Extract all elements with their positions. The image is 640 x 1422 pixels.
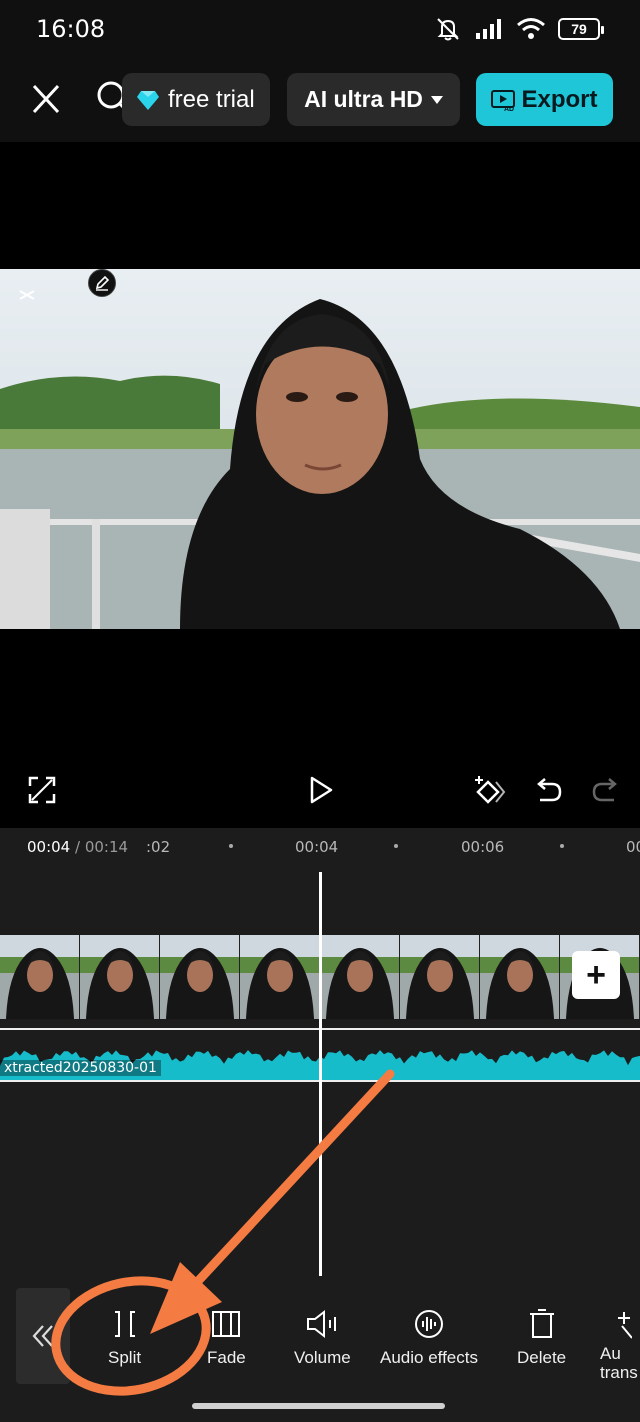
ruler-dot bbox=[560, 844, 564, 848]
svg-text:AD: AD bbox=[504, 106, 514, 111]
close-icon[interactable] bbox=[26, 82, 66, 118]
audio-transcribe-label: Au trans bbox=[600, 1344, 638, 1382]
diamond-icon bbox=[137, 90, 159, 110]
split-tool[interactable]: Split bbox=[108, 1308, 141, 1368]
export-button[interactable]: AD Export bbox=[476, 73, 613, 126]
timeline[interactable]: 00:04 / 00:14 :02 00:04 00:06 00 + xtrac… bbox=[0, 828, 640, 1280]
add-clip-button[interactable]: + bbox=[572, 951, 620, 999]
video-preview-area bbox=[0, 142, 640, 762]
video-frame[interactable] bbox=[0, 269, 640, 629]
fade-icon bbox=[212, 1311, 241, 1337]
video-thumbnail bbox=[400, 935, 480, 1019]
double-chevron-left-icon bbox=[32, 1325, 53, 1347]
audio-effects-tool[interactable]: Audio effects bbox=[380, 1308, 478, 1368]
caret-down-icon bbox=[430, 95, 443, 104]
fullscreen-icon[interactable] bbox=[22, 770, 62, 810]
audio-effects-icon bbox=[414, 1310, 443, 1338]
fade-label: Fade bbox=[207, 1348, 246, 1367]
time-ruler[interactable]: 00:04 / 00:14 :02 00:04 00:06 00 bbox=[0, 828, 640, 864]
video-thumbnail bbox=[0, 935, 80, 1019]
quality-label: AI ultra HD bbox=[304, 86, 423, 112]
volume-icon bbox=[307, 1309, 337, 1339]
status-icons: 79 bbox=[434, 14, 604, 44]
delete-label: Delete bbox=[517, 1348, 567, 1367]
video-thumbnail bbox=[480, 935, 560, 1019]
video-thumbnail bbox=[240, 935, 320, 1019]
free-trial-label: free trial bbox=[168, 85, 255, 113]
current-time: 00:04 bbox=[27, 838, 71, 856]
collapse-toolbar-button[interactable] bbox=[16, 1288, 70, 1384]
ruler-tick-label: 00 bbox=[626, 838, 640, 856]
playhead[interactable] bbox=[319, 872, 322, 1276]
ruler-dot bbox=[394, 844, 398, 848]
volume-label: Volume bbox=[294, 1348, 351, 1367]
video-thumbnail bbox=[80, 935, 160, 1019]
current-time-readout: 00:04 / 00:14 bbox=[27, 838, 128, 856]
ruler-tick-label: :02 bbox=[146, 838, 171, 856]
audio-effects-label: Audio effects bbox=[380, 1348, 478, 1367]
audio-transcribe-icon bbox=[618, 1312, 632, 1339]
video-thumbnail bbox=[320, 935, 400, 1019]
status-bar: 16:08 79 bbox=[0, 0, 640, 56]
total-duration: / 00:14 bbox=[75, 838, 129, 856]
edit-pencil-icon[interactable] bbox=[88, 269, 116, 297]
add-keyframe-icon[interactable] bbox=[470, 770, 510, 810]
status-time: 16:08 bbox=[36, 15, 106, 43]
ruler-dot bbox=[229, 844, 233, 848]
free-trial-button[interactable]: free trial bbox=[122, 73, 270, 126]
export-label: Export bbox=[521, 85, 598, 113]
split-icon bbox=[114, 1311, 135, 1337]
delete-icon bbox=[529, 1309, 554, 1338]
home-indicator[interactable] bbox=[192, 1403, 445, 1409]
split-label: Split bbox=[108, 1348, 142, 1367]
export-icon: AD bbox=[491, 89, 516, 111]
battery-indicator: 79 bbox=[558, 18, 604, 40]
mute-notifications-icon bbox=[437, 18, 459, 41]
editor-top-bar: free trial AI ultra HD AD Export bbox=[0, 56, 640, 142]
volume-tool[interactable]: Volume bbox=[294, 1308, 351, 1368]
video-thumbnail bbox=[160, 935, 240, 1019]
redo-icon[interactable] bbox=[586, 770, 626, 810]
bottom-toolbar: Split Fade Volume Audio effects Delete A… bbox=[0, 1280, 640, 1422]
undo-icon[interactable] bbox=[528, 770, 568, 810]
playback-controls bbox=[0, 762, 640, 828]
ruler-tick-label: 00:06 bbox=[461, 838, 505, 856]
wifi-icon bbox=[517, 18, 545, 39]
audio-clip-label: xtracted20250830-01 bbox=[0, 1060, 161, 1076]
signal-icon bbox=[476, 19, 501, 39]
quality-dropdown[interactable]: AI ultra HD bbox=[287, 73, 460, 126]
audio-transcribe-tool[interactable]: Au trans bbox=[600, 1308, 638, 1382]
delete-tool[interactable]: Delete bbox=[517, 1308, 566, 1368]
play-icon[interactable] bbox=[300, 770, 340, 810]
fade-tool[interactable]: Fade bbox=[207, 1308, 246, 1368]
ruler-tick-label: 00:04 bbox=[295, 838, 339, 856]
